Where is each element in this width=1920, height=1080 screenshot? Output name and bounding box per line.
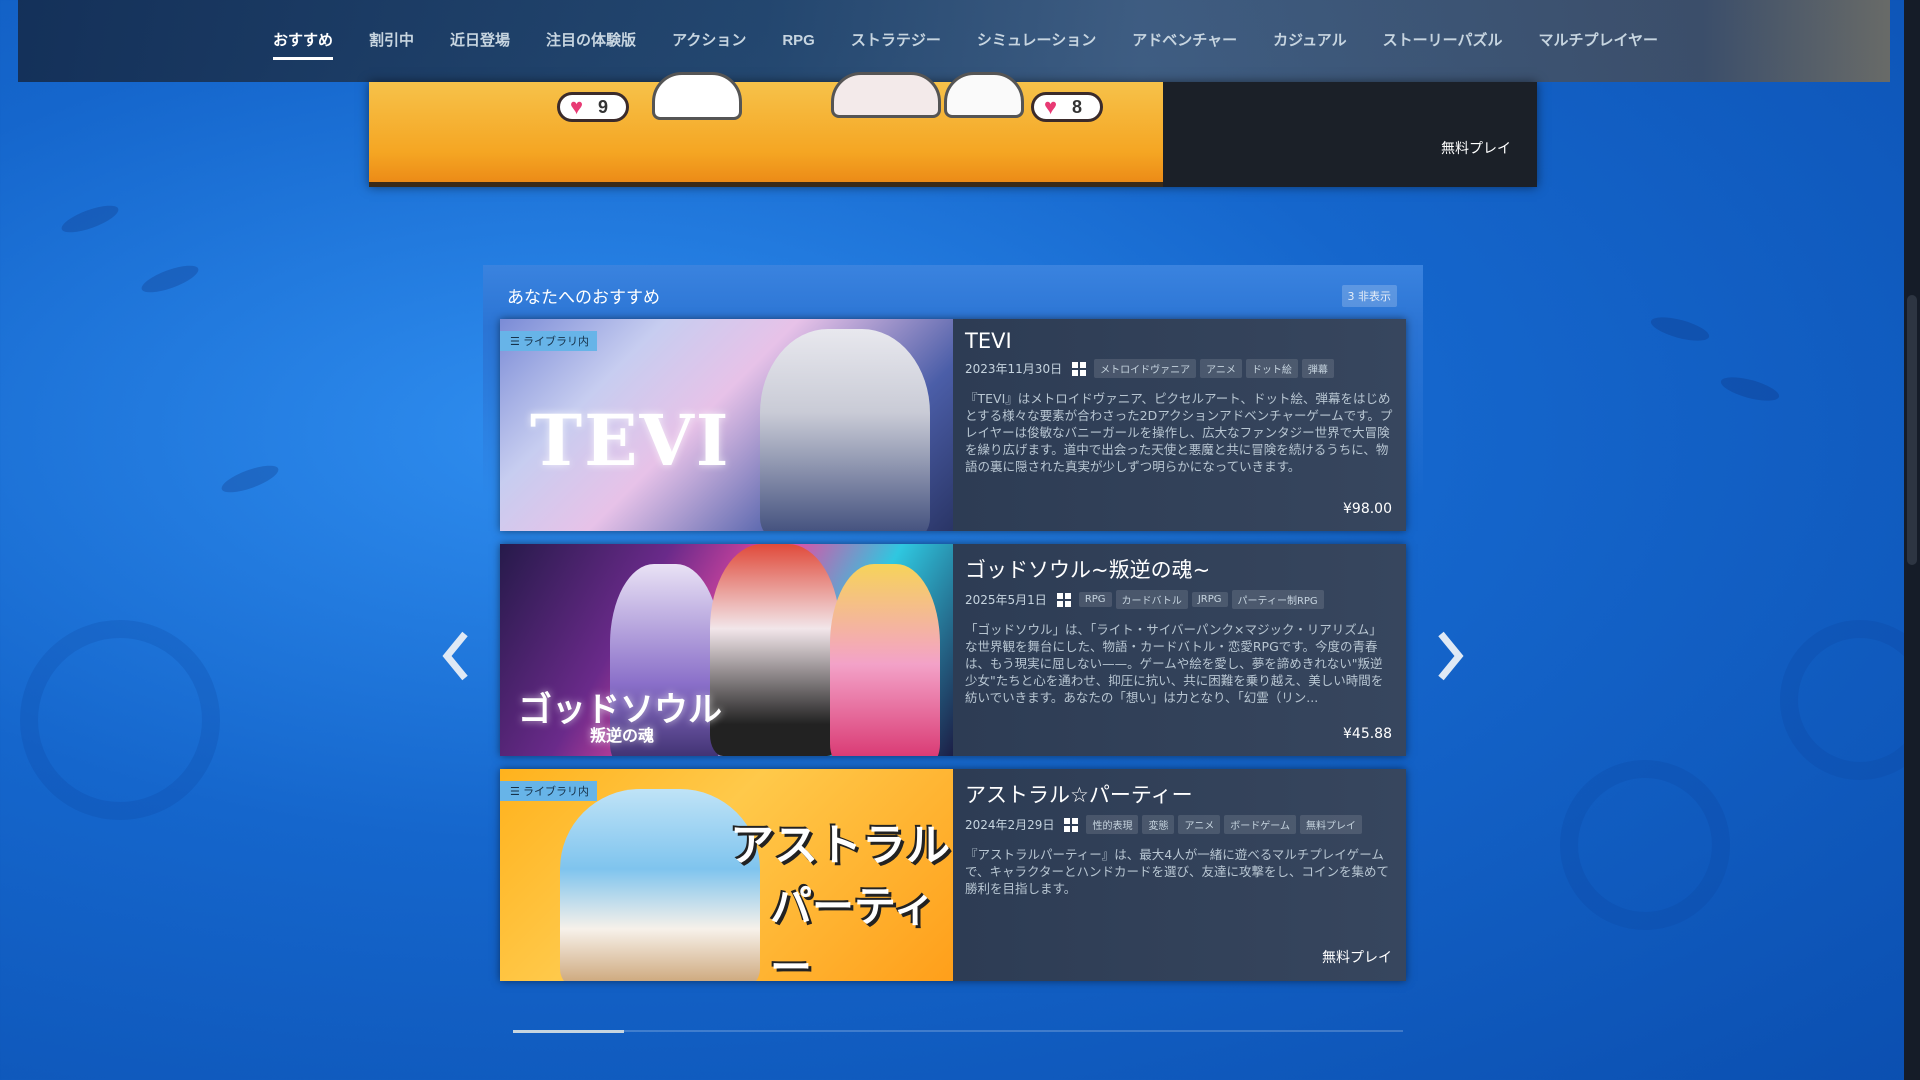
tab-featured-demos[interactable]: 注目の体験版 [546, 26, 636, 56]
tab-recommended[interactable]: おすすめ [273, 26, 334, 60]
carousel-prev-button[interactable] [441, 628, 471, 684]
game-description: 「ゴッドソウル」は、「ライト・サイバーパンク×マジック・リアリズム」な世界観を舞… [965, 622, 1384, 705]
windows-icon [1056, 592, 1071, 607]
game-card[interactable]: ☰ ライブラリ内 アストラル パーティー アストラル☆パーティー 2024年2月2… [500, 769, 1406, 981]
featured-banner[interactable]: 9 8 無料プレイ [369, 72, 1537, 187]
game-title: アストラル☆パーティー [965, 783, 1193, 807]
in-library-badge: ☰ ライブラリ内 [500, 781, 597, 801]
game-capsule-image: ☰ ライブラリ内 アストラル パーティー [500, 769, 953, 981]
release-date: 2025年5月1日 [965, 593, 1047, 607]
background-bubble [1780, 620, 1920, 780]
game-tag[interactable]: ドット絵 [1245, 359, 1298, 378]
game-logo-subtitle: 叛逆の魂 [590, 726, 655, 745]
heart-counter: 8 [1031, 92, 1103, 122]
game-description: 『アストラルパーティー』は、最大4人が一緒に遊べるマルチプレイゲームで、キャラク… [965, 847, 1390, 896]
carousel-progress[interactable] [513, 1030, 1403, 1033]
game-logo-subtitle: パーティー [770, 882, 936, 981]
game-price: ¥98.00 [1343, 501, 1392, 517]
category-nav: おすすめ 割引中 近日登場 注目の体験版 アクション RPG ストラテジー シミ… [18, 0, 1890, 82]
tab-story-puzzle[interactable]: ストーリーパズル [1383, 26, 1503, 56]
list-icon: ☰ [510, 785, 520, 798]
game-tag[interactable]: 弾幕 [1301, 359, 1334, 378]
panel-title: あなたへのおすすめ [507, 288, 660, 308]
game-info: TEVI 2023年11月30日 メトロイドヴァニア アニメ ドット絵 弾幕 『… [953, 319, 1406, 531]
game-capsule-image: ゴッドソウル 叛逆の魂 [500, 544, 953, 756]
game-tag[interactable]: メトロイドヴァニア [1094, 359, 1197, 378]
banner-art: 9 8 [369, 72, 1163, 187]
game-tag[interactable]: アニメ [1178, 815, 1221, 834]
background-fish [1718, 372, 1782, 406]
tab-adventure[interactable]: アドベンチャー [1132, 26, 1237, 56]
windows-icon [1064, 817, 1079, 832]
game-tag[interactable]: 変態 [1142, 815, 1175, 834]
tab-discounts[interactable]: 割引中 [369, 26, 414, 56]
tab-casual[interactable]: カジュアル [1273, 26, 1347, 56]
game-logo: TEVI [530, 399, 731, 482]
tab-coming-soon[interactable]: 近日登場 [450, 26, 510, 56]
background-bubble [20, 620, 220, 820]
background-fish [138, 260, 202, 298]
chevron-right-icon [1438, 631, 1464, 681]
background-fish [58, 200, 122, 238]
game-character-art [830, 564, 940, 756]
background-bubble [1560, 760, 1730, 930]
game-price: 無料プレイ [1322, 950, 1392, 966]
game-card[interactable]: ☰ ライブラリ内 TEVI TEVI 2023年11月30日 メトロイドヴァニア … [500, 319, 1406, 531]
carousel-progress-fill [513, 1030, 625, 1033]
release-date: 2023年11月30日 [965, 362, 1063, 376]
game-title: TEVI [965, 329, 1012, 353]
game-title: ゴッドソウル~叛逆の魂~ [965, 558, 1211, 582]
in-library-badge: ☰ ライブラリ内 [500, 331, 597, 351]
banner-character [831, 72, 941, 118]
game-tag[interactable]: パーティー制RPG [1231, 590, 1324, 609]
scrollbar-thumb[interactable] [1907, 295, 1917, 565]
list-icon: ☰ [510, 335, 520, 348]
banner-character [944, 72, 1024, 118]
game-character-art [760, 329, 930, 531]
release-date: 2024年2月29日 [965, 818, 1055, 832]
game-card[interactable]: ゴッドソウル 叛逆の魂 ゴッドソウル~叛逆の魂~ 2025年5月1日 RPG カ… [500, 544, 1406, 756]
tab-simulation[interactable]: シミュレーション [977, 26, 1096, 56]
tab-multiplayer[interactable]: マルチプレイヤー [1539, 26, 1659, 56]
game-tag[interactable]: ボードゲーム [1224, 815, 1296, 834]
background-fish [218, 460, 282, 498]
tab-action[interactable]: アクション [672, 26, 746, 56]
game-character-art [710, 544, 840, 756]
hidden-count-badge[interactable]: 3 非表示 [1341, 285, 1397, 307]
game-tag[interactable]: アニメ [1200, 359, 1242, 378]
game-info: ゴッドソウル~叛逆の魂~ 2025年5月1日 RPG カードバトル JRPG パ… [953, 544, 1406, 756]
carousel-next-button[interactable] [1435, 628, 1465, 684]
game-info: アストラル☆パーティー 2024年2月29日 性的表現 変態 アニメ ボードゲー… [953, 769, 1406, 981]
game-tag[interactable]: JRPG [1191, 592, 1228, 607]
page-scrollbar[interactable] [1904, 0, 1920, 1080]
heart-counter: 9 [557, 92, 629, 122]
game-tag[interactable]: 無料プレイ [1299, 815, 1362, 834]
background-fish [1648, 312, 1712, 346]
banner-character [652, 72, 742, 120]
game-logo: アストラル [730, 820, 950, 871]
game-capsule-image: ☰ ライブラリ内 TEVI [500, 319, 953, 531]
tab-strategy[interactable]: ストラテジー [851, 26, 941, 56]
tab-rpg[interactable]: RPG [782, 26, 815, 56]
game-tag[interactable]: RPG [1078, 592, 1112, 607]
banner-price: 無料プレイ [1441, 141, 1511, 157]
game-price: ¥45.88 [1343, 726, 1392, 742]
chevron-left-icon [442, 631, 468, 681]
windows-icon [1072, 361, 1087, 376]
game-tag[interactable]: 性的表現 [1086, 815, 1139, 834]
game-description: 『TEVI』はメトロイドヴァニア、ピクセルアート、ドット絵、弾幕をはじめとする様… [965, 391, 1393, 474]
game-tag[interactable]: カードバトル [1115, 590, 1188, 609]
recommendation-panel: あなたへのおすすめ 3 非表示 ☰ ライブラリ内 TEVI TEVI 2023年1… [483, 265, 1423, 1040]
